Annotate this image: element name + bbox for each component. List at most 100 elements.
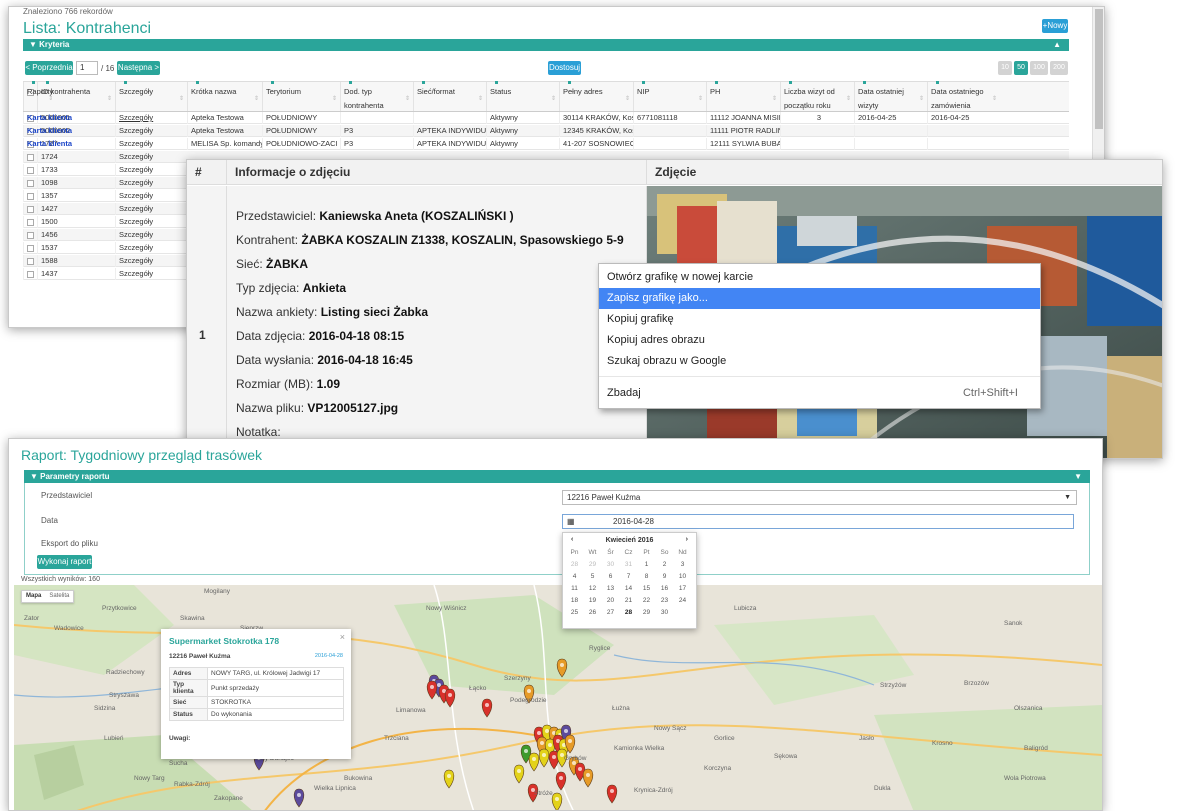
- column-header[interactable]: Data ostatniej wizyty ⇕: [854, 81, 927, 111]
- details-link[interactable]: Szczegóły: [115, 151, 187, 163]
- page-size-200[interactable]: 200: [1050, 61, 1068, 75]
- column-header[interactable]: Szczegóły ⇕: [115, 81, 187, 111]
- new-button[interactable]: +Nowy: [1042, 19, 1068, 33]
- column-header[interactable]: NIP ⇕: [633, 81, 706, 111]
- calendar-day[interactable]: 7: [621, 573, 636, 580]
- calendar-day[interactable]: 23: [657, 597, 672, 604]
- calendar-day[interactable]: 28: [621, 609, 636, 616]
- customize-button[interactable]: Dostosuj: [548, 61, 581, 75]
- map-type-satellite[interactable]: Satelita: [45, 591, 73, 602]
- calendar-day[interactable]: 6: [603, 573, 618, 580]
- sort-icon[interactable]: ⇕: [179, 92, 184, 106]
- calendar-day[interactable]: 4: [567, 573, 582, 580]
- calendar-icon[interactable]: ▦: [567, 515, 575, 528]
- calendar-day[interactable]: 27: [603, 609, 618, 616]
- calendar-day[interactable]: 24: [675, 597, 690, 604]
- calendar-day[interactable]: 15: [639, 585, 654, 592]
- table-row[interactable]: 5000002 Szczegóły Apteka Testowa POŁUDNIOWY…: [23, 125, 1069, 137]
- column-header[interactable]: Liczba wizyt od początku roku ⇕: [780, 81, 854, 111]
- next-page-button[interactable]: Następna >: [117, 61, 160, 75]
- calendar-day[interactable]: 25: [567, 609, 582, 616]
- details-link[interactable]: Szczegóły: [115, 242, 187, 254]
- calendar-day[interactable]: 9: [657, 573, 672, 580]
- row-checkbox[interactable]: [27, 179, 34, 187]
- details-link[interactable]: Szczegóły: [115, 255, 187, 267]
- column-header[interactable]: Status ⇕: [486, 81, 559, 111]
- details-link[interactable]: Szczegóły: [115, 229, 187, 241]
- row-checkbox[interactable]: [27, 205, 34, 213]
- next-month-icon[interactable]: ›: [686, 536, 688, 543]
- details-link[interactable]: Szczegóły: [115, 216, 187, 228]
- sort-icon[interactable]: ⇕: [625, 92, 630, 106]
- rep-select[interactable]: 12216 Paweł Kuźma ▼: [562, 490, 1077, 505]
- calendar-day[interactable]: 29: [639, 609, 654, 616]
- sort-icon[interactable]: ⇕: [846, 92, 851, 106]
- column-header[interactable]: Terytorium ⇕: [262, 81, 340, 111]
- calendar-day[interactable]: 10: [675, 573, 690, 580]
- column-header[interactable]: Krótka nazwa ⇕: [187, 81, 262, 111]
- row-checkbox[interactable]: [27, 192, 34, 200]
- calendar-day[interactable]: 13: [603, 585, 618, 592]
- date-input[interactable]: ▦ 2016-04-28: [562, 514, 1074, 529]
- calendar-day[interactable]: 29: [585, 561, 600, 568]
- close-icon[interactable]: ×: [340, 632, 345, 642]
- sort-icon[interactable]: ⇕: [332, 92, 337, 106]
- details-link[interactable]: Szczegóły: [115, 112, 187, 124]
- calendar-day[interactable]: 14: [621, 585, 636, 592]
- calendar-day[interactable]: 20: [603, 597, 618, 604]
- details-link[interactable]: Szczegóły: [115, 125, 187, 137]
- calendar-day[interactable]: 5: [585, 573, 600, 580]
- column-header[interactable]: Pełny adres ⇕: [559, 81, 633, 111]
- column-header[interactable]: Raporty ⇕: [23, 81, 56, 111]
- client-card-link[interactable]: Karta klienta: [23, 138, 72, 150]
- calendar-day[interactable]: 18: [567, 597, 582, 604]
- row-checkbox[interactable]: [27, 257, 34, 265]
- report-params-bar[interactable]: ▼ Parametry raportu ▼: [24, 470, 1090, 483]
- calendar-day[interactable]: 1: [639, 561, 654, 568]
- menu-item-copy-image-address[interactable]: Kopiuj adres obrazu: [599, 330, 1040, 351]
- row-checkbox[interactable]: [27, 153, 34, 161]
- sort-icon[interactable]: ⇕: [405, 92, 410, 106]
- sort-icon[interactable]: ⇕: [107, 92, 112, 106]
- column-header[interactable]: Data ostatniego zamówienia ⇕: [927, 81, 1000, 111]
- client-card-link[interactable]: Karta klienta: [23, 112, 72, 124]
- row-checkbox[interactable]: [27, 231, 34, 239]
- details-link[interactable]: Szczegóły: [115, 164, 187, 176]
- calendar-day[interactable]: 3: [675, 561, 690, 568]
- page-size-100[interactable]: 100: [1030, 61, 1048, 75]
- calendar-day[interactable]: 12: [585, 585, 600, 592]
- row-checkbox[interactable]: [27, 218, 34, 226]
- page-number-input[interactable]: 1: [76, 61, 98, 75]
- map-type-map[interactable]: Mapa: [22, 591, 45, 602]
- sort-icon[interactable]: ⇕: [478, 92, 483, 106]
- row-checkbox[interactable]: [27, 244, 34, 252]
- row-checkbox[interactable]: [27, 270, 34, 278]
- details-link[interactable]: Szczegóły: [115, 203, 187, 215]
- prev-page-button[interactable]: < Poprzednia: [25, 61, 73, 75]
- calendar-day[interactable]: 21: [621, 597, 636, 604]
- menu-item-search-google[interactable]: Szukaj obrazu w Google: [599, 351, 1040, 372]
- criteria-bar[interactable]: ▼ Kryteria ▲: [23, 39, 1069, 51]
- column-header[interactable]: PH ⇕: [706, 81, 780, 111]
- details-link[interactable]: Szczegóły: [115, 177, 187, 189]
- sort-icon[interactable]: ⇕: [48, 92, 53, 106]
- menu-item-open-new-tab[interactable]: Otwórz grafikę w nowej karcie: [599, 267, 1040, 288]
- sort-icon[interactable]: ⇕: [992, 92, 997, 106]
- calendar-day[interactable]: 30: [603, 561, 618, 568]
- column-header[interactable]: Sieć/format ⇕: [413, 81, 486, 111]
- menu-item-save-image-as[interactable]: Zapisz grafikę jako...: [599, 288, 1040, 309]
- page-size-50[interactable]: 50: [1014, 61, 1028, 75]
- route-map[interactable]: MogilanyPrzytkowiceWadowiceSkawinaSieprz…: [14, 585, 1102, 810]
- calendar-day[interactable]: 26: [585, 609, 600, 616]
- calendar-day[interactable]: 31: [621, 561, 636, 568]
- calendar-day[interactable]: 2: [657, 561, 672, 568]
- run-report-button[interactable]: Wykonaj raport: [37, 555, 92, 569]
- client-card-link[interactable]: Karta klienta: [23, 125, 72, 137]
- table-row[interactable]: 1727 Szczegóły MELISA Sp. komandy POŁUDNIOW…: [23, 138, 1069, 150]
- menu-item-inspect[interactable]: Zbadaj Ctrl+Shift+I: [599, 383, 1040, 404]
- sort-icon[interactable]: ⇕: [698, 92, 703, 106]
- column-header[interactable]: Dod. typ kontrahenta ⇕: [340, 81, 413, 111]
- scrollbar-thumb[interactable]: [1095, 9, 1103, 129]
- calendar-day[interactable]: 17: [675, 585, 690, 592]
- sort-icon[interactable]: ⇕: [772, 92, 777, 106]
